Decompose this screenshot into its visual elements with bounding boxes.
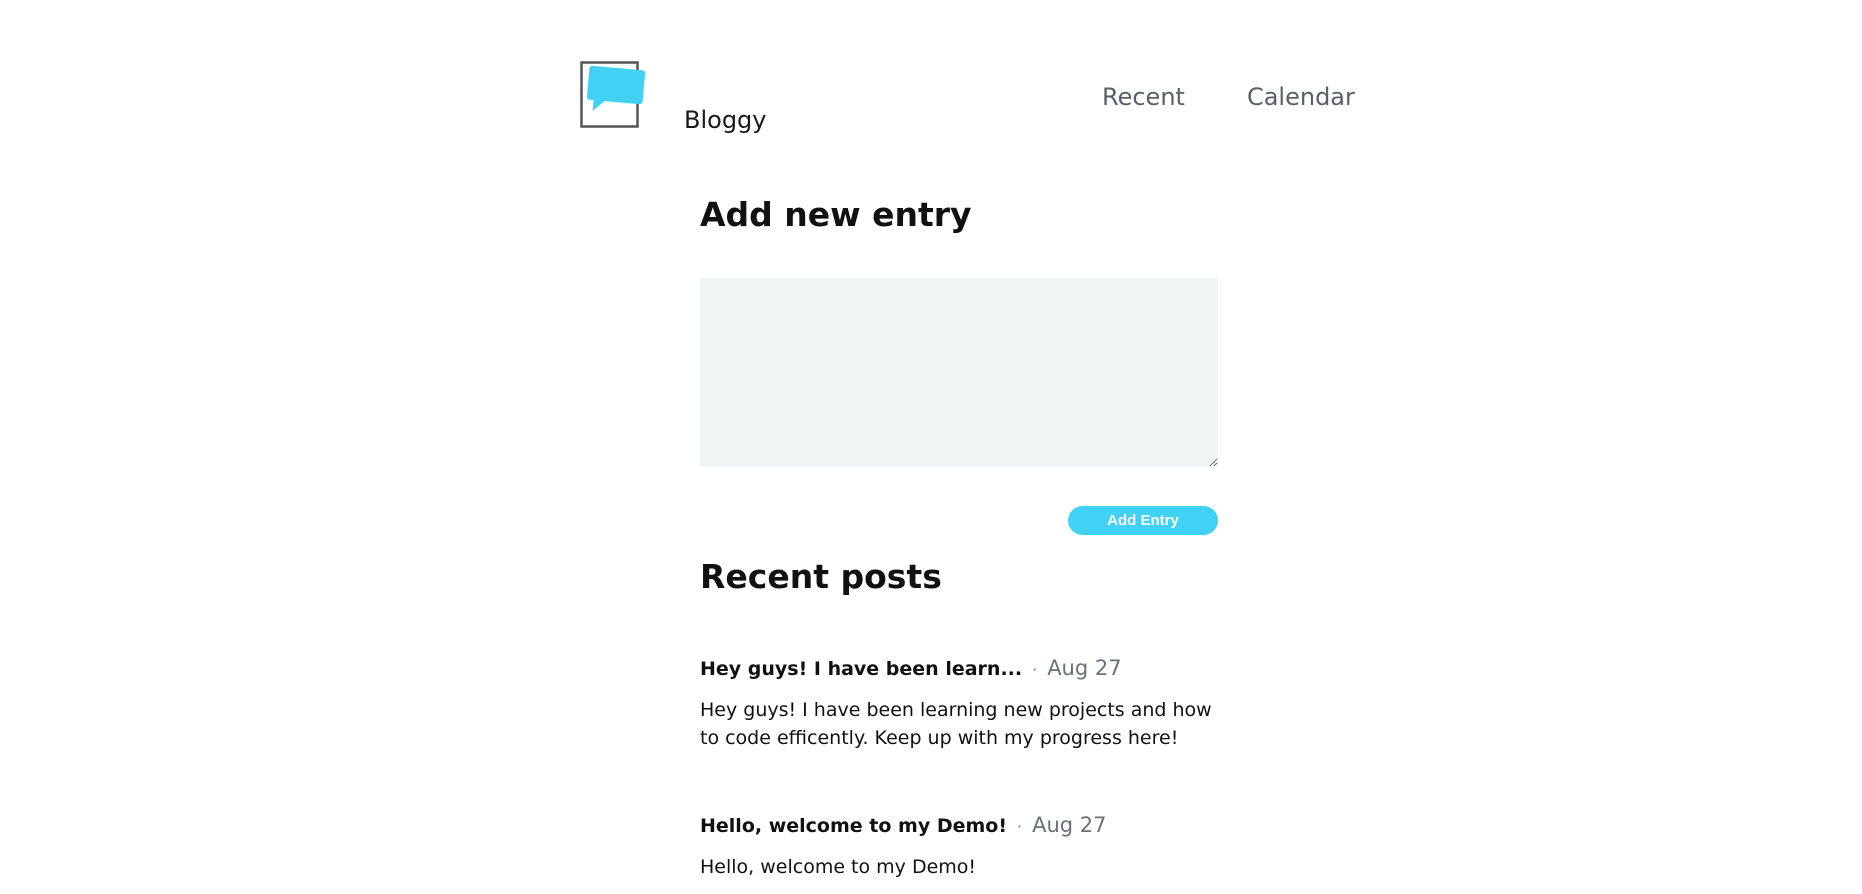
post-item: Hey guys! I have been learn... · Aug 27 … <box>700 656 1218 752</box>
main-nav: Recent Calendar <box>1102 83 1355 111</box>
post-meta: Hey guys! I have been learn... · Aug 27 <box>700 656 1218 680</box>
post-item: Hello, welcome to my Demo! · Aug 27 Hell… <box>700 813 1218 881</box>
brand-name[interactable]: Bloggy <box>684 106 767 134</box>
nav-calendar-link[interactable]: Calendar <box>1247 83 1355 111</box>
post-date: Aug 27 <box>1047 656 1122 680</box>
add-entry-button[interactable]: Add Entry <box>1068 506 1218 535</box>
page: Bloggy Recent Calendar Add new entry Add… <box>0 0 1862 894</box>
recent-posts-heading: Recent posts <box>700 557 942 596</box>
nav-recent-link[interactable]: Recent <box>1102 83 1185 111</box>
post-separator: · <box>1032 660 1038 679</box>
post-body: Hey guys! I have been learning new proje… <box>700 699 1212 749</box>
post-separator: · <box>1017 817 1023 836</box>
logo-svg <box>580 61 646 128</box>
chat-bubble-logo-icon[interactable] <box>580 61 646 128</box>
post-date: Aug 27 <box>1032 813 1107 837</box>
entry-textarea[interactable] <box>700 278 1218 467</box>
add-entry-heading: Add new entry <box>700 195 972 234</box>
post-body: Hello, welcome to my Demo! <box>700 856 977 878</box>
post-title[interactable]: Hello, welcome to my Demo! <box>700 815 1007 837</box>
post-meta: Hello, welcome to my Demo! · Aug 27 <box>700 813 1218 837</box>
post-title[interactable]: Hey guys! I have been learn... <box>700 658 1022 680</box>
